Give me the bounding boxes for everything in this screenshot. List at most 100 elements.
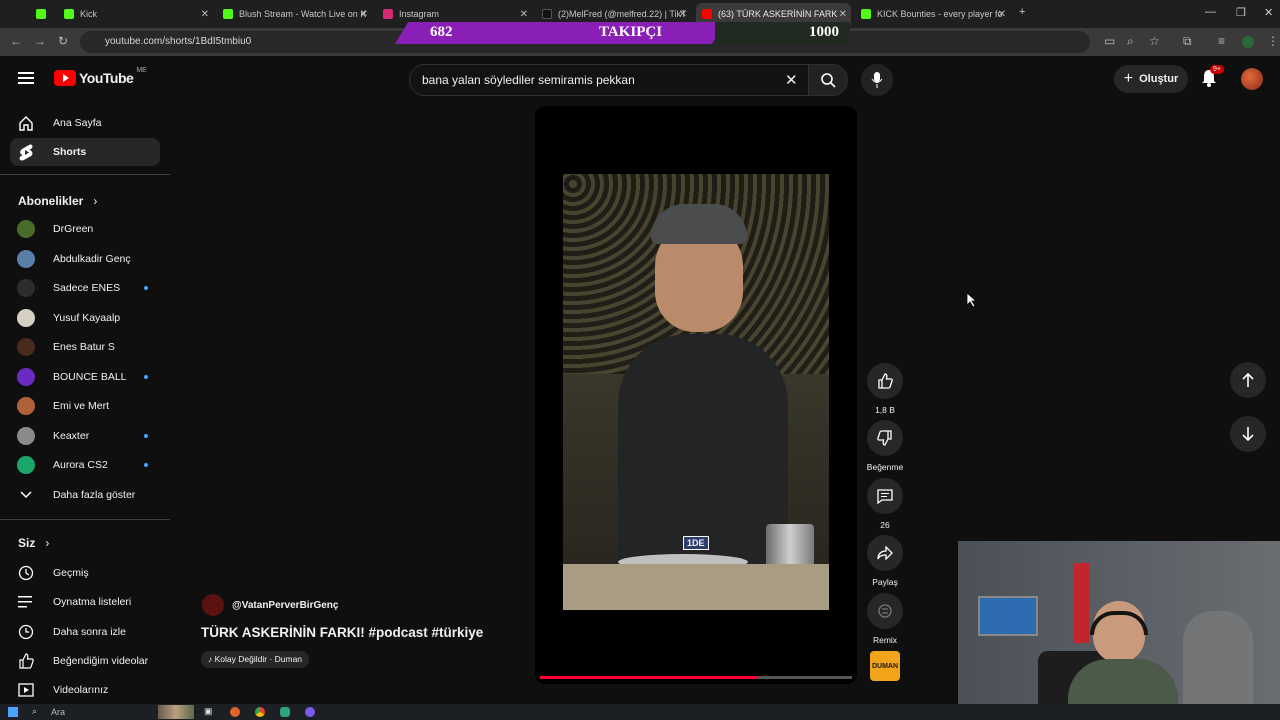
close-icon[interactable]: ✕ xyxy=(520,9,528,20)
sidebar-item-your-videos[interactable]: Videolarınız xyxy=(10,676,160,704)
install-icon[interactable]: ▭ xyxy=(1104,34,1115,48)
notifications-button[interactable]: 9+ xyxy=(1201,65,1224,92)
sidebar-item-subscription[interactable]: Emi ve Mert xyxy=(10,392,160,420)
comment-count: 26 xyxy=(880,520,890,530)
kick-icon xyxy=(64,9,74,19)
shorts-player[interactable]: 1DE xyxy=(535,106,857,684)
sidebar-item-label: Oynatma listeleri xyxy=(53,596,132,608)
browser-tab[interactable]: Kick ✕ xyxy=(58,3,213,25)
profile-icon[interactable] xyxy=(1242,36,1254,48)
voice-search-button[interactable] xyxy=(861,64,893,96)
close-icon[interactable]: ✕ xyxy=(679,9,687,20)
previous-short-button[interactable] xyxy=(1230,362,1266,398)
follower-label: TAKIPÇI xyxy=(599,24,663,40)
progress-bar[interactable] xyxy=(540,676,852,679)
sidebar-item-label: Geçmiş xyxy=(53,567,89,579)
comment-icon xyxy=(877,489,893,504)
hamburger-menu-icon[interactable] xyxy=(18,71,34,90)
chevron-down-icon xyxy=(16,491,36,499)
youtube-logo[interactable]: YouTube ME xyxy=(54,67,147,86)
remix-icon xyxy=(878,604,892,618)
sidebar-item-subscription[interactable]: Keaxter xyxy=(10,422,160,450)
reload-icon[interactable]: ↻ xyxy=(58,34,68,48)
close-icon[interactable]: ✕ xyxy=(839,9,847,20)
sidebar-item-subscription[interactable]: Aurora CS2 xyxy=(10,451,160,479)
sidebar-item-home[interactable]: Ana Sayfa xyxy=(10,109,160,137)
sidebar-item-label: Sadece ENES xyxy=(53,282,121,294)
like-button[interactable]: 1,8 B xyxy=(866,363,904,415)
sidebar-item-label: Shorts xyxy=(53,146,87,158)
sidebar-item-watch-later[interactable]: Daha sonra izle xyxy=(10,618,160,646)
arrow-up-icon xyxy=(1242,372,1254,387)
app-icon[interactable] xyxy=(280,707,290,717)
media-icon[interactable]: ≡ xyxy=(1218,34,1225,48)
firefox-icon[interactable] xyxy=(230,707,240,717)
sidebar-item-shorts[interactable]: Shorts xyxy=(10,138,160,166)
forward-icon[interactable]: → xyxy=(34,34,46,48)
sidebar-item-label: Videolarınız xyxy=(53,684,109,696)
channel-avatar xyxy=(17,456,35,474)
music-chip[interactable]: ♪ Kolay Değildir · Duman xyxy=(201,651,310,668)
create-button[interactable]: + Oluştur xyxy=(1114,65,1188,93)
browser-tab[interactable]: Blush Stream - Watch Live on K ✕ xyxy=(217,3,372,25)
sidebar-item-subscription[interactable]: Abdulkadir Genç xyxy=(10,245,160,273)
bookmark-star-icon[interactable]: ☆ xyxy=(1149,34,1160,48)
taskbar-widget-image[interactable] xyxy=(158,705,194,719)
zoom-icon[interactable]: ⌕ xyxy=(1127,34,1134,49)
sound-thumbnail[interactable]: DUMAN xyxy=(870,651,900,681)
channel-avatar xyxy=(17,368,35,386)
browser-tab[interactable]: KICK Bounties - every player fo ✕ xyxy=(855,3,1010,25)
subscriptions-title: Abonelikler xyxy=(18,194,84,208)
tab-label: (63) TÜRK ASKERİNİN FARK xyxy=(718,9,838,19)
chrome-icon[interactable] xyxy=(255,707,265,717)
back-icon[interactable]: ← xyxy=(10,34,22,48)
sidebar-item-subscription[interactable]: DrGreen xyxy=(10,215,160,243)
show-more-button[interactable]: Daha fazla göster xyxy=(10,481,160,509)
taskbar: ⌕ Ara ▣ xyxy=(0,704,1280,720)
close-window-icon[interactable]: ✕ xyxy=(1264,6,1273,19)
search-button[interactable] xyxy=(808,64,848,96)
extensions-icon[interactable]: ⧉ xyxy=(1183,34,1192,49)
close-icon[interactable]: ✕ xyxy=(360,9,368,20)
sidebar-item-label: Daha sonra izle xyxy=(53,626,126,638)
channel-avatar xyxy=(17,220,35,238)
close-icon[interactable]: ✕ xyxy=(201,9,209,20)
next-short-button[interactable] xyxy=(1230,416,1266,452)
sidebar-item-label: Enes Batur S xyxy=(53,341,115,353)
sidebar-item-liked-videos[interactable]: Beğendiğim videolar xyxy=(10,647,160,675)
channel-info[interactable]: @VatanPerverBirGenç xyxy=(202,594,338,616)
mouse-cursor-icon xyxy=(967,293,977,307)
taskbar-search[interactable]: Ara xyxy=(51,707,65,717)
app-icon[interactable] xyxy=(305,707,315,717)
clear-search-icon[interactable]: ✕ xyxy=(785,71,798,89)
share-button[interactable]: Paylaş xyxy=(866,535,904,587)
sidebar-item-playlists[interactable]: Oynatma listeleri xyxy=(10,588,160,616)
video-title[interactable]: TÜRK ASKERİNİN FARKI! #podcast #türkiye xyxy=(201,625,483,640)
subscriptions-header[interactable]: Abonelikler › xyxy=(18,194,97,208)
create-label: Oluştur xyxy=(1139,73,1179,85)
chevron-right-icon: › xyxy=(45,536,50,550)
menu-icon[interactable]: ⋮ xyxy=(1267,34,1279,48)
new-tab-icon[interactable]: + xyxy=(1019,6,1025,18)
dislike-label: Beğenme xyxy=(866,462,904,472)
sidebar-item-subscription[interactable]: Sadece ENES xyxy=(10,274,160,302)
close-icon[interactable]: ✕ xyxy=(998,9,1006,20)
you-header[interactable]: Siz › xyxy=(18,536,49,550)
remix-label: Remix xyxy=(872,635,898,645)
account-avatar[interactable] xyxy=(1241,68,1263,90)
search-input[interactable]: bana yalan söylediler semiramis pekkan xyxy=(409,64,809,96)
dislike-button[interactable]: Beğenme xyxy=(866,420,904,472)
sidebar-item-subscription[interactable]: Yusuf Kayaalp xyxy=(10,304,160,332)
browser-tab[interactable] xyxy=(30,3,54,25)
remix-button[interactable]: Remix xyxy=(866,593,904,645)
start-icon[interactable] xyxy=(8,707,18,717)
sidebar-item-subscription[interactable]: BOUNCE BALL xyxy=(10,363,160,391)
comments-button[interactable]: 26 xyxy=(866,478,904,530)
youtube-icon xyxy=(702,9,712,19)
minimize-icon[interactable]: — xyxy=(1205,6,1216,18)
maximize-icon[interactable]: ❐ xyxy=(1236,6,1246,19)
sidebar-item-history[interactable]: Geçmiş xyxy=(10,559,160,587)
kick-icon xyxy=(36,9,46,19)
sidebar-item-subscription[interactable]: Enes Batur S xyxy=(10,333,160,361)
task-view-icon[interactable]: ▣ xyxy=(204,706,213,717)
